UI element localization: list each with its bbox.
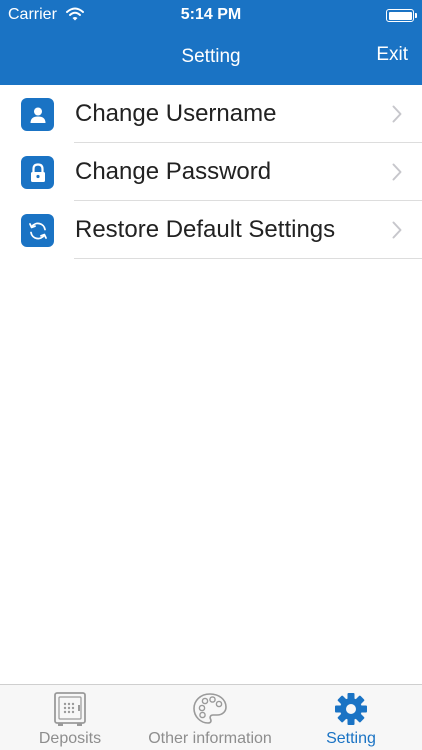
safe-icon	[52, 691, 88, 732]
change-username-row[interactable]: Change Username	[0, 85, 422, 143]
exit-button[interactable]: Exit	[376, 44, 408, 66]
user-icon	[21, 98, 54, 131]
gear-icon	[333, 691, 369, 732]
change-password-row[interactable]: Change Password	[0, 143, 422, 201]
chevron-right-icon	[392, 105, 402, 128]
lock-icon	[21, 156, 54, 189]
tab-deposits[interactable]: Deposits	[0, 685, 140, 750]
restore-default-settings-row[interactable]: Restore Default Settings	[0, 201, 422, 259]
tab-setting[interactable]: Setting	[280, 685, 422, 750]
palette-icon	[192, 691, 228, 732]
status-bar: Carrier 5:14 PM	[0, 0, 422, 30]
clock: 5:14 PM	[180, 6, 242, 23]
change-password-label: Change Password	[75, 158, 272, 185]
refresh-icon	[21, 214, 54, 247]
page-title: Setting	[181, 46, 241, 67]
tab-other-information[interactable]: Other information	[140, 685, 280, 750]
row-separator	[74, 258, 422, 259]
tab-setting-label: Setting	[326, 730, 376, 747]
navigation-bar: Carrier 5:14 PM Setting Exit	[0, 0, 422, 85]
tab-bar: Deposits Other information Setting	[0, 684, 422, 750]
restore-default-settings-label: Restore Default Settings	[75, 216, 336, 243]
chevron-right-icon	[392, 163, 402, 186]
battery-icon	[386, 9, 417, 22]
tab-other-information-label: Other information	[148, 730, 272, 747]
change-username-label: Change Username	[75, 100, 277, 127]
chevron-right-icon	[392, 221, 402, 244]
tab-deposits-label: Deposits	[38, 730, 102, 747]
settings-list: Change Username Change Password Restore …	[0, 85, 422, 259]
